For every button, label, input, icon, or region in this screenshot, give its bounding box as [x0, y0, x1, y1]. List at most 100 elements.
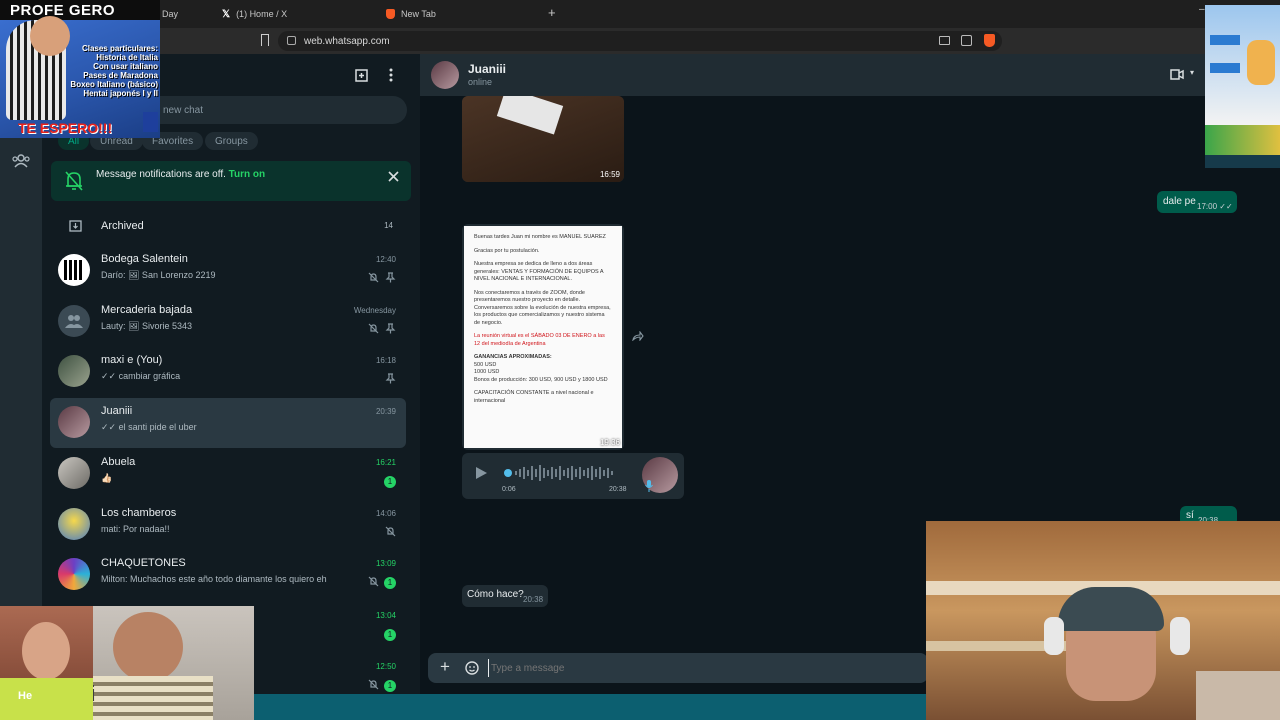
game-hud	[1205, 155, 1280, 168]
profe-line: Hentai japonés I y II	[83, 89, 158, 98]
chat-preview: mati: Por nadaa!!	[101, 524, 170, 534]
close-icon[interactable]	[388, 171, 399, 182]
unread-badge: 1	[384, 680, 396, 692]
chat-name: Los chamberos	[101, 507, 177, 519]
turn-on-link[interactable]: Turn on	[229, 169, 265, 180]
filter-groups[interactable]: Groups	[205, 132, 258, 150]
voice-message[interactable]: 0:06 20:38	[462, 453, 684, 499]
image-message[interactable]: 16:59	[462, 96, 624, 182]
game-bar	[1210, 35, 1240, 45]
avatar	[58, 508, 90, 540]
composer-bar: +	[428, 653, 928, 683]
person-face	[30, 16, 70, 56]
shirt	[0, 678, 93, 720]
message-time: 16:59	[599, 170, 620, 179]
message-input[interactable]	[488, 659, 908, 677]
chat-time: 14:06	[375, 509, 396, 518]
voice-duration: 0:06	[502, 486, 516, 493]
webcam-left-2: ntai	[93, 606, 254, 720]
person-face	[22, 622, 70, 680]
pin-icon	[385, 272, 396, 283]
communities-icon[interactable]	[12, 154, 30, 168]
pin-icon	[385, 323, 396, 334]
chat-item-bodega-salentein[interactable]: Bodega Salentein Darío: 🖼 San Lorenzo 22…	[50, 246, 406, 296]
chat-item-maxi[interactable]: maxi e (You) ✓✓ cambiar gráfica 16:18	[50, 347, 406, 397]
message-time: 20:38	[609, 486, 627, 493]
profe-title: PROFE GERO	[10, 2, 116, 19]
cap	[1058, 587, 1164, 631]
chat-preview: 👍🏻	[101, 473, 113, 483]
waveform[interactable]	[514, 464, 624, 482]
chat-item-mercaderia-bajada[interactable]: Mercaderia bajada Lauty: 🖼 Sivorie 5343 …	[50, 297, 406, 347]
sticker-emoji-icon[interactable]	[465, 661, 479, 675]
video-call-icon[interactable]	[1170, 69, 1184, 80]
pin-icon	[385, 373, 396, 384]
chat-item-abuela[interactable]: Abuela 👍🏻 16:21 1	[50, 449, 406, 499]
contact-avatar[interactable]	[431, 61, 459, 89]
new-tab-button[interactable]: +	[548, 5, 556, 20]
share-icon[interactable]	[961, 35, 972, 46]
incoming-message[interactable]: Cómo hace? 20:38	[462, 585, 548, 607]
unread-badge: 1	[384, 629, 396, 641]
profe-line: Clases particulares:	[81, 44, 158, 53]
x-logo-icon: 𝕏	[222, 8, 231, 20]
chat-preview: Darío: 🖼 San Lorenzo 2219	[101, 270, 216, 280]
cast-icon[interactable]	[939, 36, 950, 45]
eu-flag-icon	[143, 112, 158, 132]
avatar	[58, 457, 90, 489]
profe-overlay-banner: PROFE GERO Clases particulares: Historia…	[0, 0, 160, 138]
message-text: sí	[1186, 510, 1194, 521]
overlay-text: ntai	[93, 680, 94, 706]
bell-off-icon	[65, 171, 83, 191]
webcam-left: He	[0, 606, 93, 720]
document-page: Buenas tardes Juan mi nombre es MANUEL S…	[464, 226, 622, 448]
outgoing-message[interactable]: dale pe 17:00 ✓✓	[1157, 191, 1237, 213]
document-image-message[interactable]: Buenas tardes Juan mi nombre es MANUEL S…	[462, 224, 624, 450]
conversation-header[interactable]: Juaniii online ▾	[420, 54, 1280, 96]
minimize-icon[interactable]: –	[1199, 4, 1205, 15]
doc-line: CAPACITACIÓN CONSTANTE a nivel nacional …	[474, 390, 594, 404]
chat-item-chaquetones[interactable]: CHAQUETONES Milton: Muchachos este año t…	[50, 550, 406, 600]
browser-tab[interactable]: Day	[162, 4, 178, 24]
url-bar[interactable]: web.whatsapp.com	[278, 31, 1002, 51]
archived-count: 14	[384, 221, 393, 230]
chat-time: 13:04	[375, 611, 396, 620]
doc-line: La reunión virtual es el SÁBADO 03 DE EN…	[474, 333, 605, 347]
chat-time: 12:40	[375, 255, 396, 264]
chat-preview: Lauty: 🖼 Sivorie 5343	[101, 321, 192, 331]
archive-icon	[69, 220, 82, 232]
striped-shirt	[93, 676, 213, 720]
url-text: web.whatsapp.com	[304, 35, 390, 47]
menu-kebab-icon[interactable]	[389, 68, 393, 82]
chat-item-juaniii[interactable]: Juaniii ✓✓ el santi pide el uber 20:39	[50, 398, 406, 448]
chat-name: Juaniii	[101, 405, 133, 417]
chat-time: 20:39	[375, 407, 396, 416]
chat-name: Abuela	[101, 456, 136, 468]
play-icon[interactable]	[475, 466, 488, 480]
unread-badge: 1	[384, 577, 396, 589]
bookmark-icon[interactable]	[261, 34, 269, 46]
attach-plus-icon[interactable]: +	[440, 657, 450, 677]
new-chat-icon[interactable]	[355, 68, 369, 82]
game-scene	[1205, 125, 1280, 155]
browser-tab-bar: Day 𝕏 (1) Home / X New Tab + –	[0, 0, 1280, 28]
playhead[interactable]	[504, 469, 512, 477]
doc-line: Buenas tardes Juan mi nombre es MANUEL S…	[474, 234, 606, 240]
brave-shield-icon[interactable]	[984, 34, 995, 47]
chat-item-los-chamberos[interactable]: Los chamberos mati: Por nadaa!! 14:06	[50, 500, 406, 550]
muted-icon	[368, 272, 379, 283]
bottom-strip	[254, 694, 926, 720]
headphone	[1170, 617, 1190, 655]
archived-row[interactable]: Archived 14	[50, 212, 406, 240]
chat-preview: ✓✓ el santi pide el uber	[101, 422, 197, 432]
chevron-down-icon[interactable]: ▾	[1190, 68, 1194, 77]
browser-tab-new[interactable]: New Tab	[386, 4, 436, 24]
doc-line: 500 USD	[474, 361, 497, 368]
chat-name: Mercaderia bajada	[101, 304, 193, 316]
forward-icon[interactable]	[632, 331, 644, 341]
chat-time: 12:50	[375, 662, 396, 671]
archived-label: Archived	[101, 220, 144, 232]
browser-tab-x[interactable]: 𝕏 (1) Home / X	[222, 4, 287, 24]
site-info-icon[interactable]	[287, 36, 296, 45]
doc-line: GANANCIAS APROXIMADAS:	[474, 354, 552, 360]
